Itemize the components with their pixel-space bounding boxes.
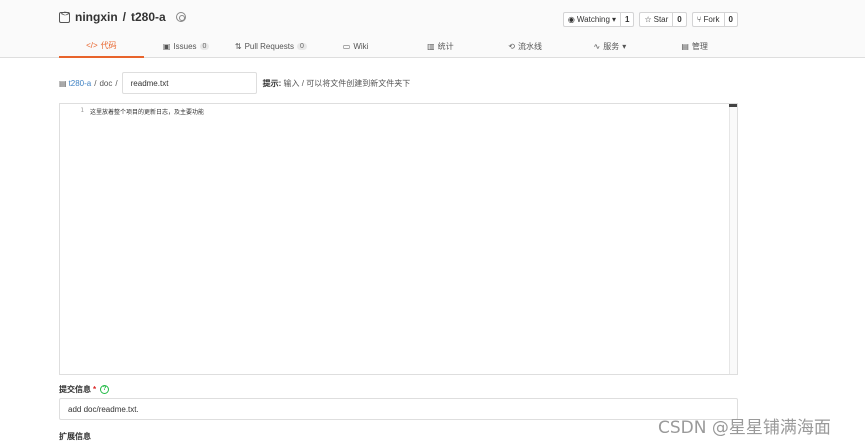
tab-code[interactable]: </> 代码 — [59, 34, 144, 58]
tab-manage[interactable]: ▤ 管理 — [652, 34, 737, 58]
watch-label: Watching — [576, 15, 610, 24]
breadcrumb-separator: / — [115, 78, 118, 88]
star-button[interactable]: ☆ Star 0 — [639, 12, 687, 27]
fork-label: Fork — [703, 15, 720, 24]
line-number: 1 — [80, 107, 84, 114]
watermark: CSDN @星星铺满海面 — [658, 418, 831, 438]
commit-message-label: 提交信息 * ? — [59, 384, 110, 395]
tab-issues[interactable]: ▣ Issues 0 — [144, 34, 229, 58]
repo-separator: / — [122, 10, 127, 24]
repo-header: ningxin / t280-a ◉Watching▾ 1 ☆Star 0 ⑂F… — [0, 0, 865, 58]
commit-message-input[interactable]: add doc/readme.txt. — [59, 398, 738, 420]
fork-icon: ⑂ — [696, 15, 702, 24]
tab-stats[interactable]: ▥ 统计 — [398, 34, 483, 58]
breadcrumb: ▤ t280-a / doc / readme.txt 提示: 输入 / 可以将… — [59, 72, 410, 94]
eye-icon: ◉ — [567, 15, 575, 24]
required-mark: * — [93, 385, 97, 394]
help-icon[interactable]: ? — [100, 385, 110, 394]
manage-icon: ▤ — [681, 41, 689, 51]
repository-icon — [59, 11, 70, 23]
tab-label: 流水线 — [517, 41, 542, 51]
code-editor[interactable]: 1 这里放着整个项目的更新日志，及主要功能 — [59, 103, 738, 375]
tab-label: 代码 — [100, 40, 117, 50]
repo-actions: ◉ Watching ▾ 1 ☆ Star 0 ⑂ Fork 0 — [562, 12, 738, 27]
chevron-down-icon: ▾ — [622, 41, 627, 51]
extended-info-label: 扩展信息 — [59, 432, 91, 441]
chevron-down-icon: ▾ — [611, 15, 616, 24]
repo-name-link[interactable]: t280-a — [131, 10, 166, 24]
pull-requests-count: 0 — [296, 42, 307, 50]
service-icon: ∿ — [593, 41, 601, 51]
tab-label: 管理 — [691, 41, 708, 51]
fork-button[interactable]: ⑂ Fork 0 — [691, 12, 738, 27]
scrollbar-thumb[interactable] — [729, 104, 737, 107]
editor-scrollbar[interactable] — [729, 104, 737, 374]
code-line: 1 这里放着整个项目的更新日志，及主要功能 — [68, 107, 204, 116]
repo-tabs: </> 代码 ▣ Issues 0 ⇅ Pull Requests 0 ▭ Wi… — [59, 34, 737, 58]
stats-icon: ▥ — [427, 41, 435, 51]
tab-label: Pull Requests — [244, 41, 294, 51]
path-hint: 提示: 输入 / 可以将文件创建到新文件夹下 — [263, 78, 411, 89]
breadcrumb-separator: / — [94, 78, 97, 88]
tab-pipeline[interactable]: ⟲ 流水线 — [483, 34, 568, 58]
verified-badge-icon — [175, 12, 186, 22]
issues-icon: ▣ — [162, 41, 171, 51]
tab-label: 统计 — [437, 41, 454, 51]
tab-wiki[interactable]: ▭ Wiki — [313, 34, 398, 58]
line-content: 这里放着整个项目的更新日志，及主要功能 — [90, 109, 205, 116]
code-icon: </> — [86, 40, 98, 50]
tab-services[interactable]: ∿ 服务 ▾ — [568, 34, 653, 58]
watch-count: 1 — [624, 15, 630, 24]
file-icon: ▤ — [59, 78, 67, 88]
breadcrumb-root-link[interactable]: t280-a — [69, 79, 92, 88]
issues-count: 0 — [199, 42, 210, 50]
commit-label-text: 提交信息 — [59, 385, 91, 394]
tab-label: Wiki — [353, 41, 369, 51]
star-count: 0 — [677, 15, 682, 24]
pipeline-icon: ⟲ — [508, 41, 515, 51]
star-icon: ☆ — [644, 15, 652, 24]
pull-request-icon: ⇅ — [234, 41, 242, 51]
breadcrumb-folder[interactable]: doc — [99, 79, 112, 88]
tab-label: 服务 — [603, 41, 620, 51]
star-label: Star — [653, 15, 669, 24]
tab-pull-requests[interactable]: ⇅ Pull Requests 0 — [229, 34, 314, 58]
fork-count: 0 — [728, 15, 733, 24]
repo-owner-link[interactable]: ningxin — [75, 10, 118, 24]
tab-label: Issues — [173, 41, 197, 51]
repo-title: ningxin / t280-a — [59, 10, 186, 24]
hint-text: 输入 / 可以将文件创建到新文件夹下 — [283, 78, 411, 88]
watch-button[interactable]: ◉ Watching ▾ 1 — [562, 12, 635, 27]
wiki-icon: ▭ — [342, 41, 351, 51]
file-name-input[interactable]: readme.txt — [121, 72, 257, 94]
hint-title: 提示: — [262, 78, 282, 88]
